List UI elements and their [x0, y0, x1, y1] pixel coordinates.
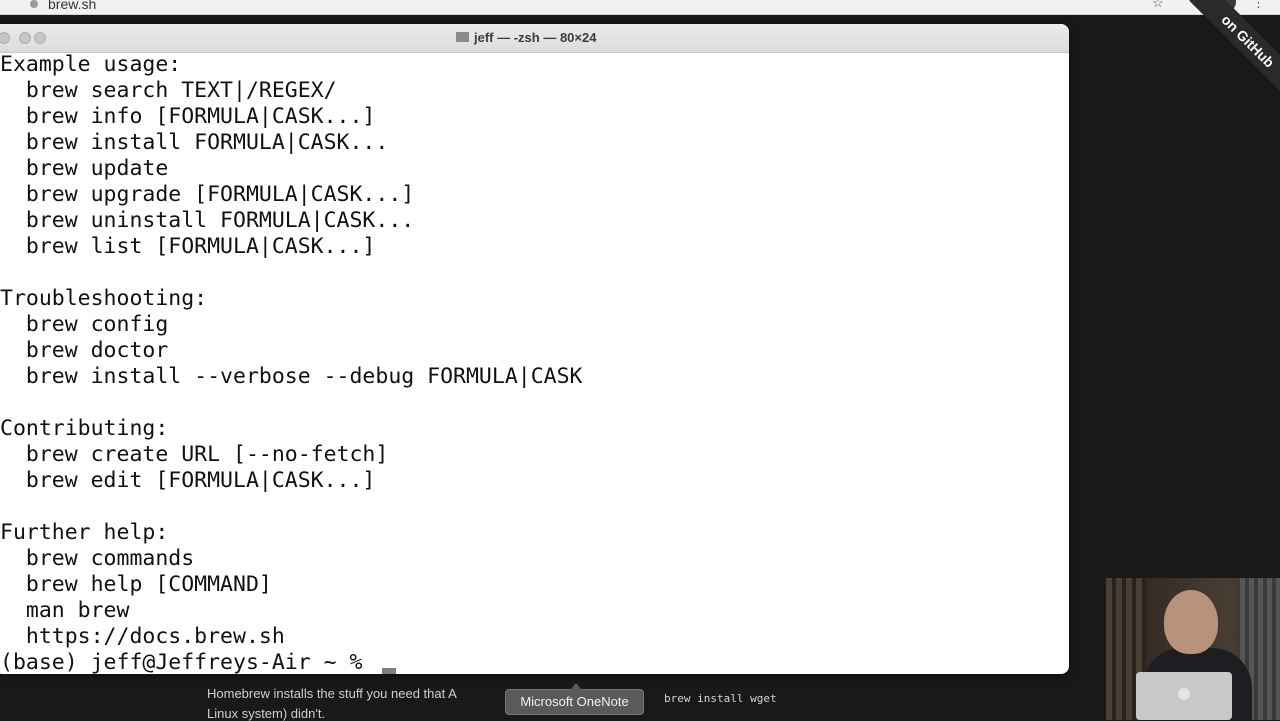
folder-icon: [456, 32, 469, 42]
page-caption: Homebrew installs the stuff you need tha…: [207, 686, 457, 701]
terminal-line: https://docs.brew.sh: [0, 624, 285, 649]
terminal-line: brew commands: [0, 546, 195, 571]
terminal-line: Contributing:: [0, 416, 169, 441]
window-title: jeff — -zsh — 80×24: [474, 30, 597, 45]
terminal-line: brew list [FORMULA|CASK...]: [0, 234, 376, 259]
tab-favicon-icon: [30, 0, 38, 8]
terminal-line: brew uninstall FORMULA|CASK...: [0, 208, 415, 233]
laptop-logo-icon: [1178, 688, 1190, 700]
laptop-image: [1136, 672, 1232, 720]
page-caption: Linux system) didn't.: [207, 706, 326, 721]
terminal-prompt[interactable]: (base) jeff@Jeffreys-Air ~ %: [0, 650, 375, 674]
window-zoom-button[interactable]: [34, 32, 46, 44]
terminal-line: brew info [FORMULA|CASK...]: [0, 104, 376, 129]
terminal-line: brew create URL [--no-fetch]: [0, 442, 389, 467]
terminal-line: brew install --verbose --debug FORMULA|C…: [0, 364, 583, 389]
webcam-video-overlay: [1106, 578, 1280, 720]
terminal-line: Further help:: [0, 520, 169, 545]
terminal-cursor: [382, 668, 396, 674]
terminal-line: man brew: [0, 598, 130, 623]
terminal-line: brew doctor: [0, 338, 169, 363]
terminal-line: brew upgrade [FORMULA|CASK...]: [0, 182, 415, 207]
browser-tab-title[interactable]: brew.sh: [48, 0, 96, 12]
terminal-line: Troubleshooting:: [0, 286, 208, 311]
presenter-head-image: [1164, 590, 1218, 654]
terminal-line: brew install FORMULA|CASK...: [0, 130, 389, 155]
install-code-snippet[interactable]: brew install wget: [664, 692, 777, 705]
bookmark-star-icon[interactable]: ☆: [1152, 0, 1164, 11]
terminal-titlebar[interactable]: jeff — -zsh — 80×24: [0, 24, 1069, 53]
terminal-line: brew edit [FORMULA|CASK...]: [0, 468, 376, 493]
terminal-line: brew help [COMMAND]: [0, 572, 272, 597]
browser-tab-strip: brew.sh ☆ ✱ ⋮: [0, 0, 1280, 15]
window-close-button[interactable]: [0, 32, 10, 44]
window-minimize-button[interactable]: [19, 32, 31, 44]
dock-app-tooltip: Microsoft OneNote: [505, 683, 644, 715]
browser-menu-icon[interactable]: ⋮: [1252, 0, 1265, 11]
terminal-output[interactable]: Example usage: brew search TEXT|/REGEX/ …: [0, 52, 1060, 674]
terminal-line: Example usage:: [0, 52, 182, 77]
terminal-line: brew update: [0, 156, 169, 181]
terminal-line: brew config: [0, 312, 169, 337]
terminal-line: brew search TEXT|/REGEX/: [0, 78, 337, 103]
terminal-window[interactable]: jeff — -zsh — 80×24 Example usage: brew …: [0, 24, 1069, 674]
